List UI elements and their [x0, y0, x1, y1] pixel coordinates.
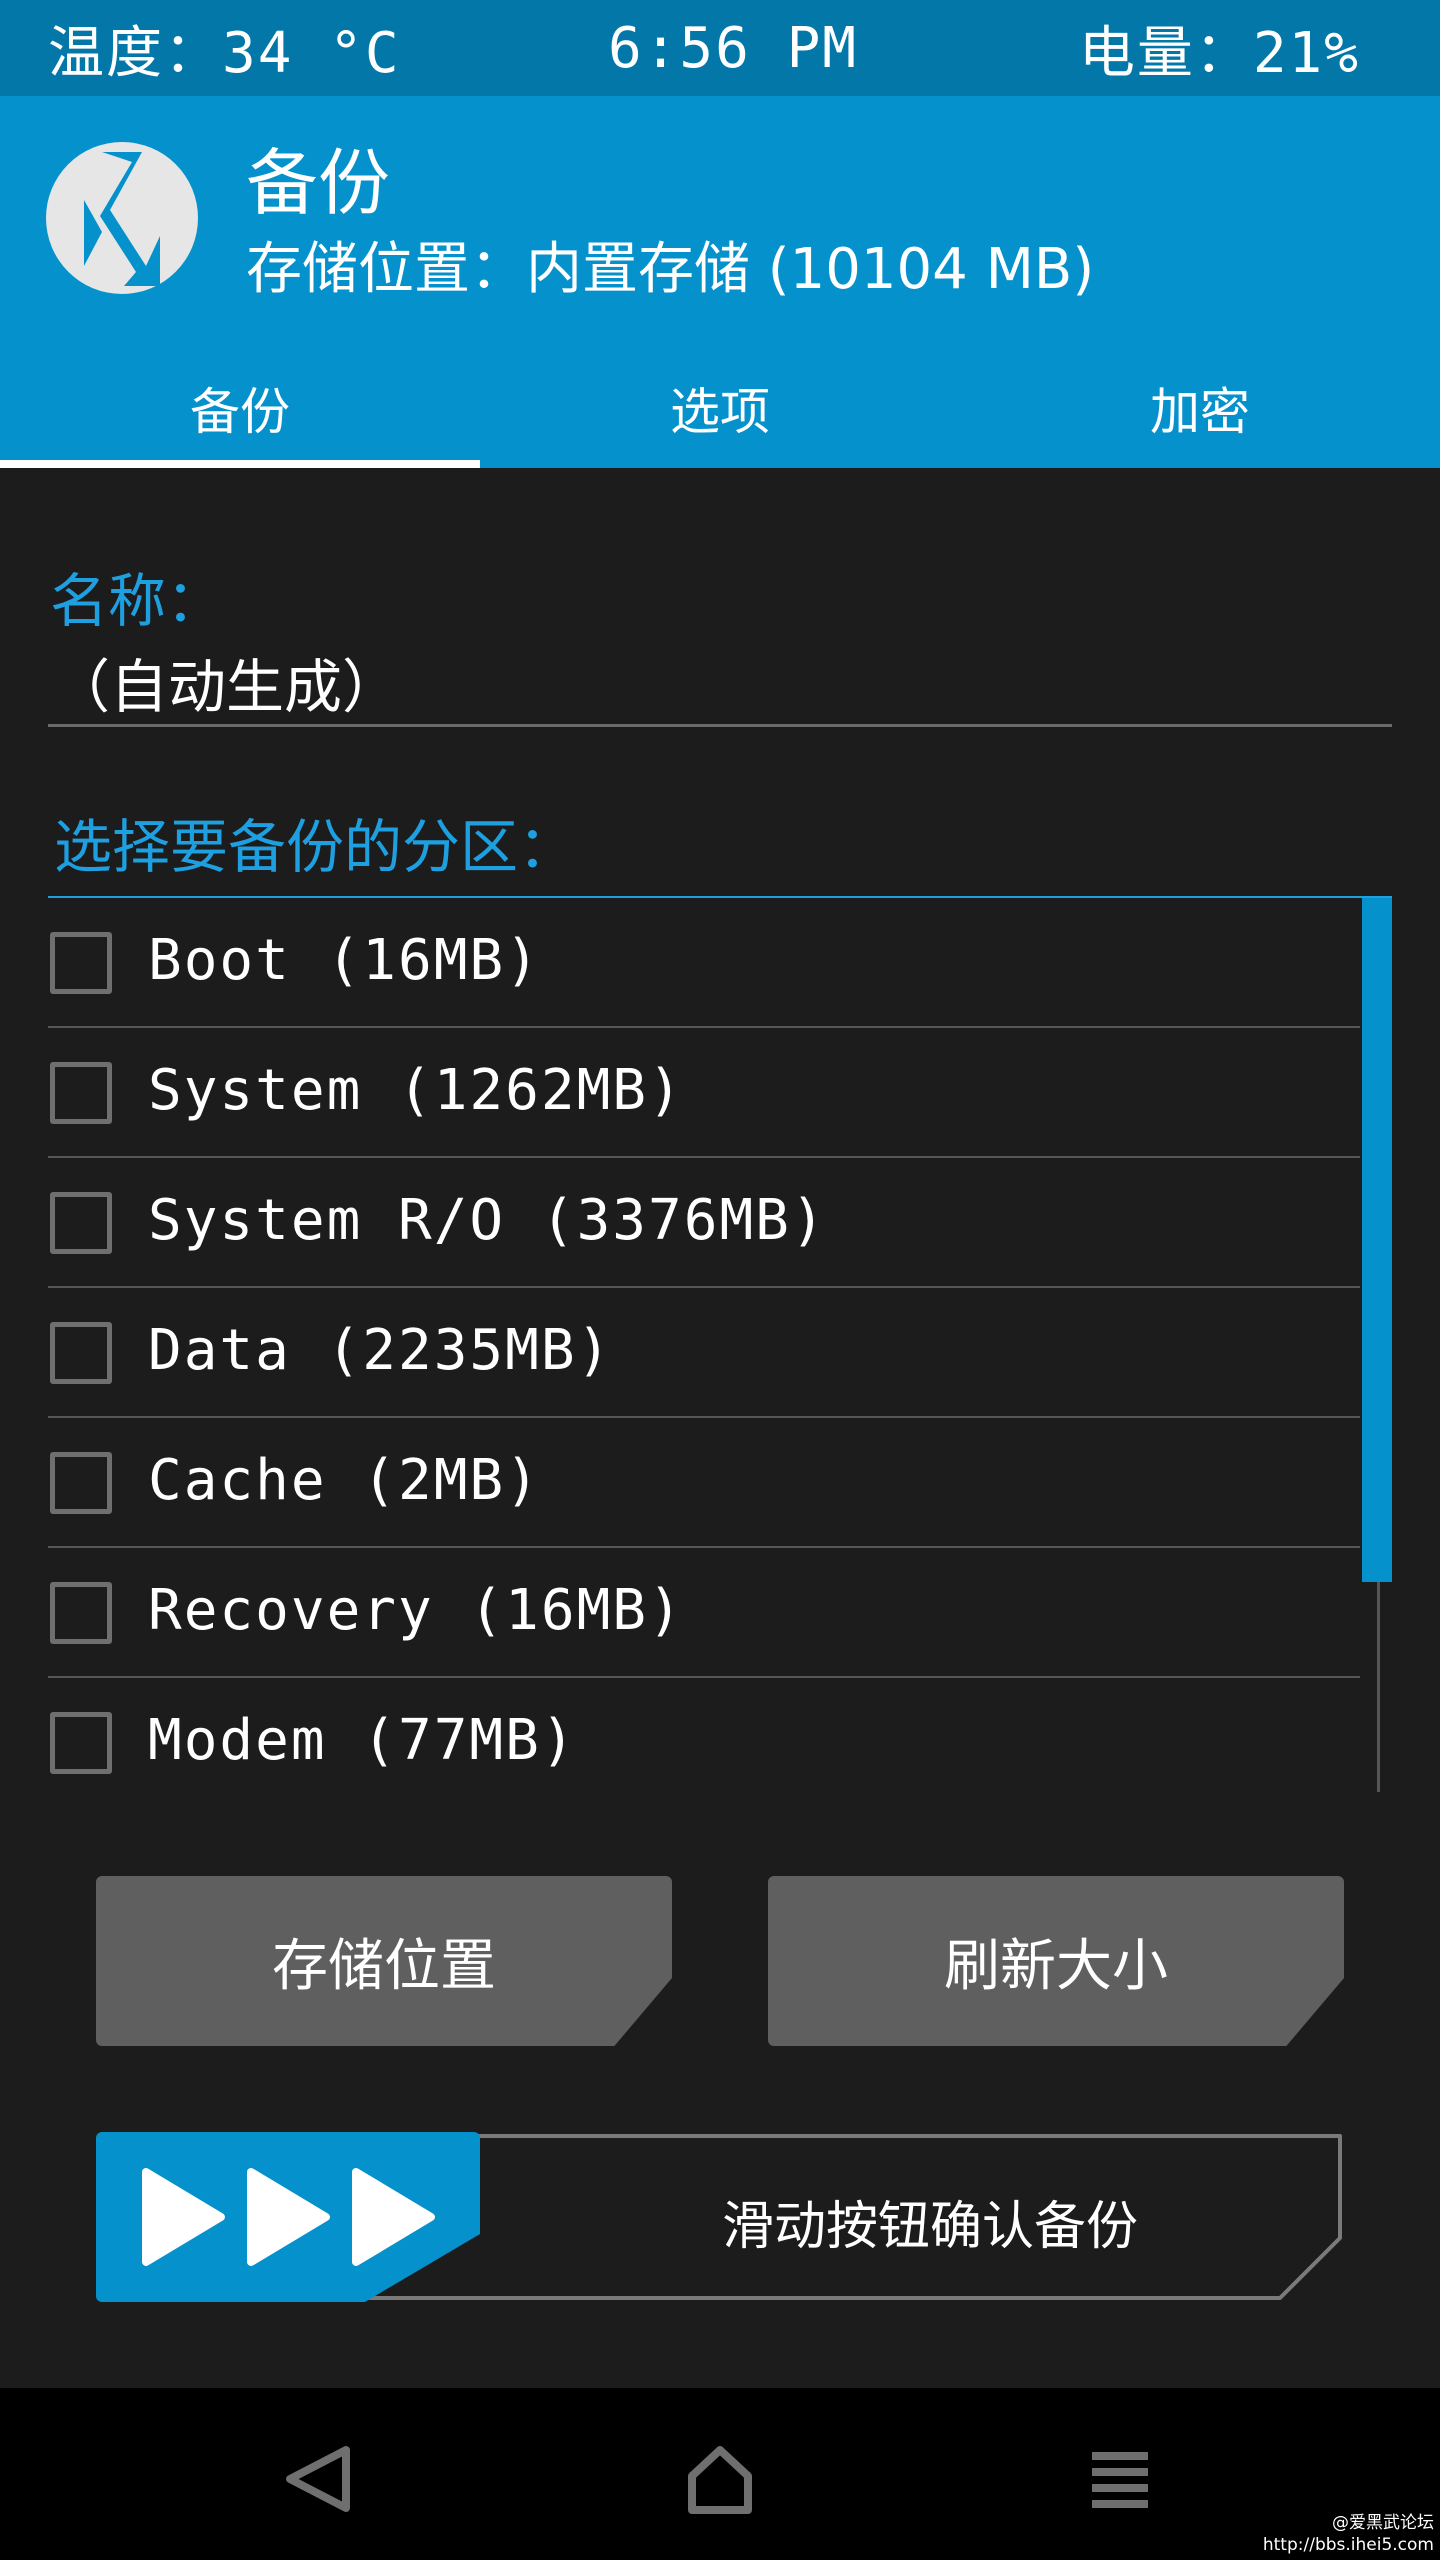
twrp-logo-icon: [46, 142, 198, 294]
checkbox[interactable]: [50, 1582, 112, 1644]
checkbox[interactable]: [50, 1452, 112, 1514]
menu-icon[interactable]: [1080, 2444, 1160, 2514]
watermark: @爱黑武论坛 http://bbs.ihei5.com: [1263, 2512, 1434, 2556]
partition-item-boot[interactable]: Boot (16MB): [48, 898, 1360, 1028]
checkbox[interactable]: [50, 1712, 112, 1774]
partition-item-recovery[interactable]: Recovery (16MB): [48, 1548, 1360, 1678]
tab-label: 备份: [190, 383, 290, 441]
partition-item-system-ro[interactable]: System R/O (3376MB): [48, 1158, 1360, 1288]
home-icon[interactable]: [680, 2444, 760, 2514]
status-bar: 温度：34 °C 6:56 PM 电量：21%: [0, 0, 1440, 96]
swipe-label: 滑动按钮确认备份: [722, 2197, 1139, 2257]
partition-list[interactable]: Boot (16MB) System (1262MB) System R/O (…: [48, 896, 1392, 1792]
checkbox[interactable]: [50, 1192, 112, 1254]
partition-label-text: Data (2235MB): [148, 1318, 613, 1383]
button-label: 刷新大小: [944, 1933, 1168, 1999]
partition-label-text: System R/O (3376MB): [148, 1188, 827, 1253]
partition-label-text: Boot (16MB): [148, 928, 541, 993]
battery-readout: 电量：21%: [1078, 20, 1360, 86]
tab-backup[interactable]: 备份: [0, 368, 480, 468]
partition-item-system[interactable]: System (1262MB): [48, 1028, 1360, 1158]
button-label: 存储位置: [272, 1933, 496, 1999]
tab-options[interactable]: 选项: [480, 368, 960, 468]
tab-label: 加密: [1150, 383, 1250, 441]
scrollbar-thumb[interactable]: [1362, 898, 1392, 1582]
partition-item-cache[interactable]: Cache (2MB): [48, 1418, 1360, 1548]
checkbox[interactable]: [50, 932, 112, 994]
backup-name-input[interactable]: （自动生成）: [52, 640, 400, 724]
partition-item-data[interactable]: Data (2235MB): [48, 1288, 1360, 1418]
swipe-to-backup-slider[interactable]: 滑动按钮确认备份: [96, 2132, 1344, 2302]
partition-item-modem[interactable]: Modem (77MB): [48, 1678, 1360, 1792]
partition-label-text: Cache (2MB): [148, 1448, 541, 1513]
partition-label-text: Modem (77MB): [148, 1708, 577, 1773]
watermark-line1: @爱黑武论坛: [1332, 2513, 1434, 2533]
clock: 6:56 PM: [608, 15, 859, 81]
tab-bar: 备份 选项 加密: [0, 368, 1440, 468]
partition-label-text: Recovery (16MB): [148, 1578, 684, 1643]
back-triangle-icon[interactable]: [280, 2444, 360, 2514]
storage-info: 存储位置：内置存储 (10104 MB): [246, 237, 1095, 302]
watermark-line2: http://bbs.ihei5.com: [1262, 2535, 1434, 2555]
refresh-size-button[interactable]: 刷新大小: [768, 1876, 1344, 2046]
checkbox[interactable]: [50, 1322, 112, 1384]
tab-label: 选项: [670, 383, 770, 441]
name-label: 名称：: [50, 567, 225, 635]
partition-label-text: System (1262MB): [148, 1058, 684, 1123]
page-title: 备份: [246, 141, 391, 225]
storage-location-button[interactable]: 存储位置: [96, 1876, 672, 2046]
app-header: 备份 存储位置：内置存储 (10104 MB) 备份 选项 加密: [0, 96, 1440, 468]
checkbox[interactable]: [50, 1062, 112, 1124]
partition-label: 选择要备份的分区：: [54, 813, 577, 881]
tab-encryption[interactable]: 加密: [960, 368, 1440, 468]
navigation-bar: @爱黑武论坛 http://bbs.ihei5.com: [0, 2388, 1440, 2560]
temperature-readout: 温度：34 °C: [48, 20, 401, 86]
name-underline: [48, 724, 1392, 727]
